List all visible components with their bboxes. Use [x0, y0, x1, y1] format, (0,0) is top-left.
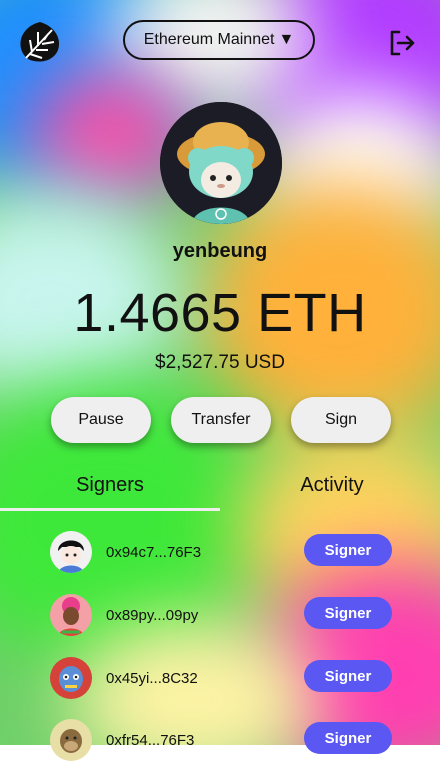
signer-badge[interactable]: Signer [304, 660, 392, 692]
signer-address: 0x45yi...8C32 [106, 670, 198, 687]
usd-balance: $2,527.75 USD [155, 352, 285, 373]
logout-icon[interactable] [387, 28, 417, 58]
profile-avatar [160, 102, 282, 224]
username: yenbeung [172, 240, 268, 262]
signer-address: 0x89py...09py [106, 607, 199, 624]
tab-activity[interactable]: Activity [222, 474, 440, 497]
network-selector[interactable]: Ethereum Mainnet ▼ [123, 20, 315, 60]
signer-row[interactable]: 0x45yi...8C32 Signer [0, 657, 440, 707]
transfer-button[interactable]: Transfer [171, 397, 271, 443]
active-tab-indicator [0, 508, 220, 511]
signer-row[interactable]: 0xfr54...76F3 Signer [0, 719, 440, 769]
network-label: Ethereum Mainnet [143, 31, 275, 48]
signer-row[interactable]: 0x94c7...76F3 Signer [0, 531, 440, 581]
signer-avatar [50, 531, 92, 573]
sign-button[interactable]: Sign [291, 397, 391, 443]
signer-address: 0xfr54...76F3 [106, 732, 195, 749]
signer-badge[interactable]: Signer [304, 597, 392, 629]
signer-badge[interactable]: Signer [304, 722, 392, 754]
tab-signers[interactable]: Signers [0, 474, 220, 497]
signer-badge[interactable]: Signer [304, 534, 392, 566]
leaf-logo-icon[interactable] [18, 20, 62, 64]
signer-avatar [50, 657, 92, 699]
signer-avatar [50, 594, 92, 636]
signer-row[interactable]: 0x89py...09py Signer [0, 594, 440, 644]
signer-address: 0x94c7...76F3 [106, 544, 202, 561]
signer-avatar [50, 719, 92, 761]
pause-button[interactable]: Pause [51, 397, 151, 443]
eth-balance: 1.4665 ETH [73, 283, 367, 343]
chevron-down-icon: ▼ [278, 31, 295, 48]
